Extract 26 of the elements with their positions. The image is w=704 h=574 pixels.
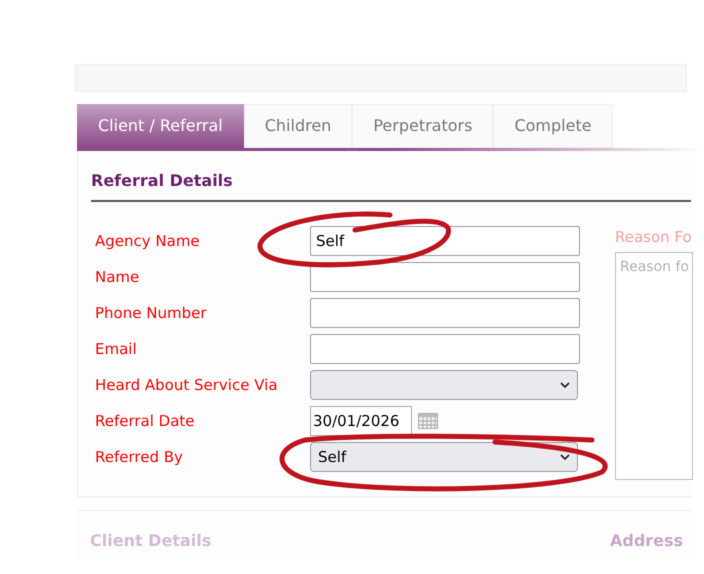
- section-heading: Client Details: [90, 530, 212, 552]
- text-field[interactable]: [310, 334, 580, 364]
- chevron-icon: [560, 454, 570, 460]
- field-label: Name: [95, 266, 140, 288]
- tab[interactable]: Client / Referral: [77, 104, 244, 148]
- tab[interactable]: Complete: [493, 104, 613, 148]
- text-field[interactable]: [310, 262, 580, 292]
- field-label: Heard About Service Via: [95, 374, 279, 396]
- dropdown[interactable]: Self: [310, 442, 578, 472]
- field-label: Email: [95, 338, 138, 360]
- reason-textarea[interactable]: Reason fo: [615, 252, 693, 480]
- section-heading: Address: [610, 530, 684, 552]
- field-label: Agency Name: [95, 230, 201, 252]
- field-label: Phone Number: [95, 302, 208, 324]
- calendar-icon[interactable]: [418, 413, 438, 429]
- text-field[interactable]: Self: [310, 226, 580, 256]
- text-field[interactable]: [310, 298, 580, 328]
- field-label: Referred By: [95, 446, 184, 468]
- section-heading: Referral Details: [91, 170, 233, 192]
- date-field[interactable]: 30/01/2026: [310, 406, 412, 436]
- field-label: Reason Fo: [615, 227, 692, 248]
- field-label: Referral Date: [95, 410, 196, 432]
- chevron-icon: [560, 382, 570, 388]
- dropdown[interactable]: [310, 370, 578, 400]
- tab[interactable]: Perpetrators: [352, 104, 494, 148]
- tab[interactable]: Children: [244, 104, 352, 148]
